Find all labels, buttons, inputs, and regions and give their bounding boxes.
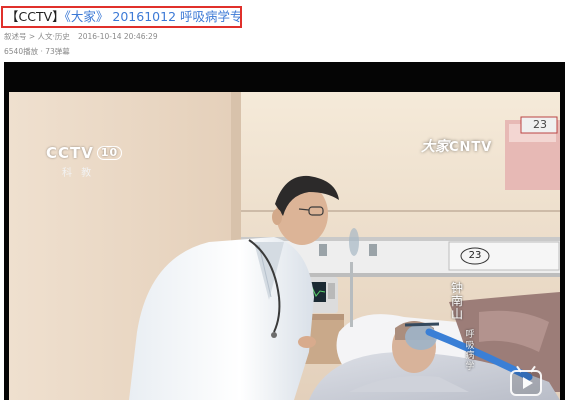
- wall-room-number: 23: [533, 118, 547, 131]
- subject-name-caption: 钟 南 山: [450, 281, 463, 321]
- title-text: 20161012 呼吸病学专家 钟南山: [112, 9, 242, 24]
- title-channel-tag: 【CCTV】: [6, 9, 65, 24]
- source-link[interactable]: 叙述号 > 人文·历史: [4, 32, 70, 41]
- video-title[interactable]: 【CCTV】《大家》 20161012 呼吸病学专家 钟南山: [1, 6, 242, 28]
- subject-role-caption: 呼 吸 病 学: [465, 330, 475, 372]
- play-icon[interactable]: [510, 370, 542, 396]
- video-player[interactable]: CCTV 10 科 教 大家CNTV 23 23 钟 南 山 呼 吸 病 学: [4, 62, 565, 400]
- video-meta: 叙述号 > 人文·历史 2016-10-14 20:46:29: [4, 31, 158, 42]
- video-frame: CCTV 10 科 教 大家CNTV 23 23 钟 南 山 呼 吸 病 学: [9, 92, 560, 400]
- title-program-name: 《大家》: [64, 9, 109, 24]
- play-triangle-icon: [523, 377, 533, 389]
- program-watermark: 大家CNTV: [421, 139, 493, 155]
- bed-number: 23: [468, 250, 482, 261]
- video-stats: 6540播放 · 73弹幕: [4, 47, 70, 56]
- publish-datetime: 2016-10-14 20:46:29: [77, 32, 158, 41]
- cctv10-logo: CCTV 10: [46, 144, 123, 162]
- cctv10-subtitle: 科 教: [62, 168, 95, 179]
